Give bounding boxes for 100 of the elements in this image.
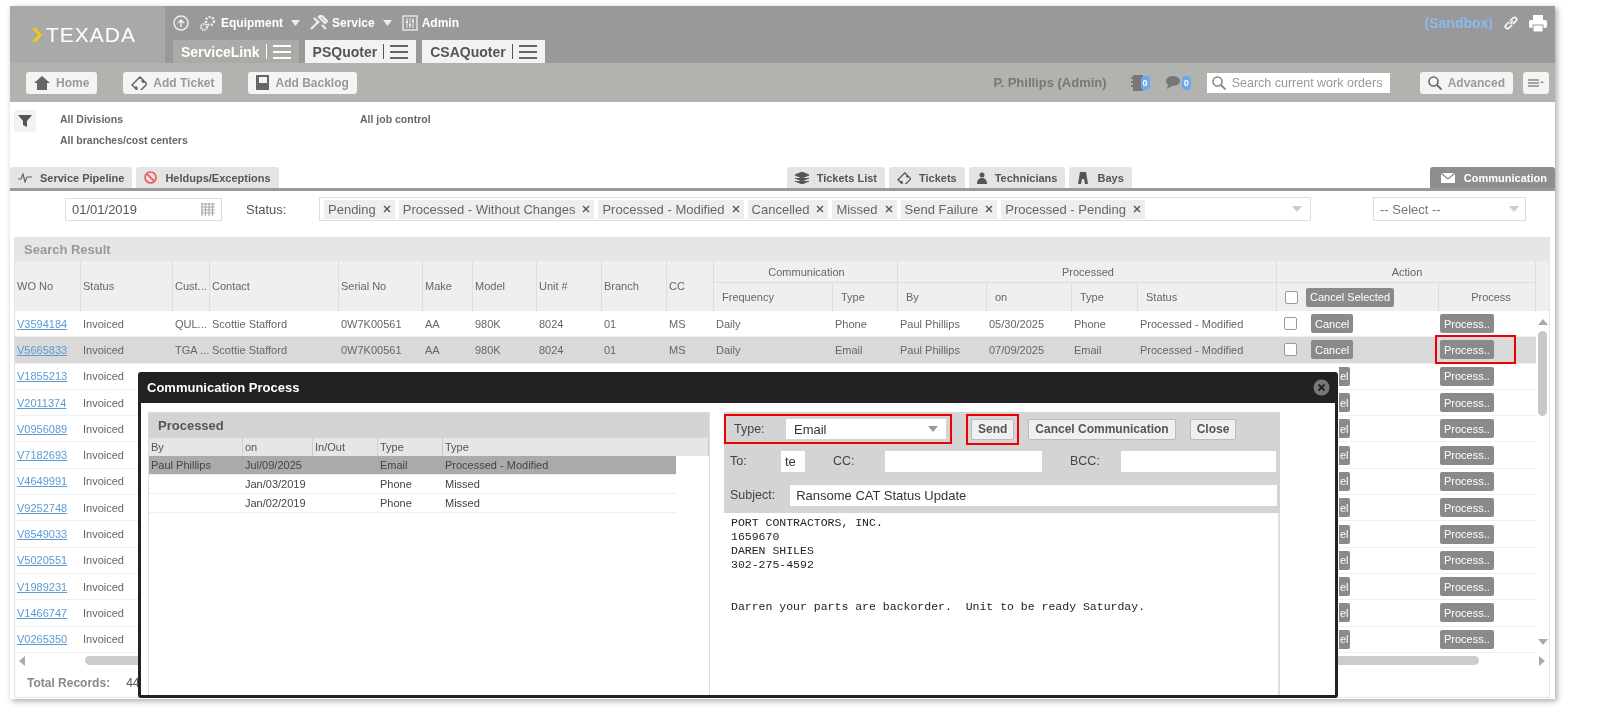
remove-icon[interactable] bbox=[985, 205, 994, 213]
tab[interactable]: Heldups/Exceptions bbox=[136, 167, 279, 188]
remove-icon[interactable] bbox=[884, 205, 893, 213]
process-button[interactable]: Process.. bbox=[1440, 471, 1494, 491]
search-field[interactable]: Search current work orders bbox=[1206, 72, 1390, 93]
scroll-left-icon[interactable] bbox=[19, 655, 25, 666]
select-field[interactable]: -- Select -- bbox=[1373, 197, 1526, 221]
menu-icon[interactable] bbox=[390, 44, 409, 59]
status-chip[interactable]: Send Failure bbox=[900, 199, 998, 219]
cancel-button[interactable]: el bbox=[1339, 629, 1350, 649]
remove-icon[interactable] bbox=[731, 205, 740, 213]
remove-icon[interactable] bbox=[1132, 205, 1141, 213]
upload-icon[interactable] bbox=[173, 15, 189, 31]
tab[interactable]: Technicians bbox=[968, 167, 1066, 188]
dialog-button[interactable]: Cancel Communication bbox=[1028, 418, 1176, 440]
process-button[interactable]: Process.. bbox=[1440, 629, 1494, 649]
advanced-search-button[interactable]: Advanced bbox=[1419, 71, 1513, 94]
message-body-field[interactable]: PORT CONTRACTORS, INC. 1659670 DAREN SHILES 302-275-4592 Darren your parts are backorder. Unit to be ready Saturday. bbox=[724, 513, 1280, 695]
work-order-link[interactable]: V5020551 bbox=[17, 554, 68, 567]
job-control-filter[interactable]: All job control bbox=[360, 110, 431, 155]
selected-row[interactable]: V5665833 Invoiced TGA ... Scottie Stafford 0W7K00561 AA 980K 8024 01 MS Daily Email Paul Phillips 07/09/2025 Email Processed - Modified Cancel Process.. bbox=[15, 337, 1536, 364]
process-button[interactable]: Process.. bbox=[1440, 366, 1494, 386]
process-button[interactable]: Process.. bbox=[1440, 550, 1494, 570]
scroll-right-icon[interactable] bbox=[1539, 655, 1545, 666]
branch-filter[interactable]: All branches/cost centers bbox=[60, 134, 360, 146]
process-button[interactable]: Process.. bbox=[1440, 393, 1494, 413]
cc-field[interactable] bbox=[885, 450, 1042, 472]
cancel-button[interactable]: el bbox=[1339, 419, 1350, 439]
process-button[interactable]: Process.. bbox=[1440, 603, 1494, 623]
tab[interactable]: Tickets bbox=[888, 167, 965, 188]
work-order-link[interactable]: V1466747 bbox=[17, 606, 68, 619]
status-chip[interactable]: Processed - Modified bbox=[598, 199, 744, 219]
process-button[interactable]: Process.. bbox=[1440, 419, 1494, 439]
cancel-button[interactable]: el bbox=[1339, 445, 1350, 465]
tab[interactable]: Service Pipeline bbox=[10, 167, 133, 188]
work-order-link[interactable]: V1989231 bbox=[17, 580, 68, 593]
cancel-button[interactable]: Cancel bbox=[1311, 314, 1354, 334]
remove-icon[interactable] bbox=[382, 205, 391, 213]
work-order-link[interactable]: V9252748 bbox=[17, 501, 68, 514]
type-dropdown[interactable]: Email bbox=[786, 419, 946, 439]
status-chip[interactable]: Processed - Pending bbox=[1001, 199, 1145, 219]
notebook-icon[interactable] bbox=[1130, 73, 1143, 92]
cancel-button[interactable]: el bbox=[1339, 603, 1350, 623]
process-button[interactable]: Process.. bbox=[1440, 445, 1494, 465]
dialog-button[interactable]: Send bbox=[971, 418, 1015, 440]
options-menu-button[interactable] bbox=[1523, 71, 1549, 94]
cancel-button[interactable]: el bbox=[1339, 498, 1350, 518]
row-checkbox[interactable] bbox=[1284, 317, 1297, 331]
bcc-field[interactable] bbox=[1121, 450, 1276, 472]
process-button[interactable]: Process.. bbox=[1440, 314, 1494, 334]
row-checkbox[interactable] bbox=[1284, 343, 1297, 357]
work-order-link[interactable]: V2011374 bbox=[17, 396, 67, 409]
calendar-icon[interactable] bbox=[201, 202, 215, 216]
status-chip[interactable]: Pending bbox=[324, 199, 395, 219]
link-icon[interactable] bbox=[1503, 15, 1519, 31]
toolbar-button[interactable]: Add Backlog bbox=[248, 71, 357, 94]
status-chip[interactable]: Cancelled bbox=[747, 199, 829, 219]
dialog-button[interactable]: Close bbox=[1189, 418, 1237, 440]
scroll-up-icon[interactable] bbox=[1537, 319, 1548, 325]
close-icon[interactable] bbox=[1313, 379, 1330, 396]
tab[interactable]: Communication bbox=[1429, 167, 1555, 188]
cancel-button[interactable]: el bbox=[1339, 550, 1350, 570]
remove-icon[interactable] bbox=[816, 205, 825, 213]
tab[interactable]: Bays bbox=[1069, 167, 1132, 188]
subject-field[interactable]: Ransome CAT Status Update bbox=[790, 484, 1278, 506]
work-order-link[interactable]: V1855213 bbox=[17, 370, 68, 383]
to-field[interactable]: te bbox=[781, 450, 805, 472]
remove-icon[interactable] bbox=[582, 205, 591, 213]
history-row[interactable]: Jan/02/2019 Phone Missed bbox=[149, 494, 676, 513]
date-field[interactable]: 01/01/2019 bbox=[65, 197, 222, 221]
work-order-link[interactable]: V5665833 bbox=[17, 343, 68, 356]
status-chip[interactable]: Processed - Without Changes bbox=[398, 199, 595, 219]
app-tab[interactable]: CSAQuoter bbox=[422, 40, 545, 63]
filter-icon[interactable] bbox=[14, 110, 36, 132]
scroll-down-icon[interactable] bbox=[1537, 638, 1548, 645]
process-button[interactable]: Process.. bbox=[1440, 340, 1494, 360]
cancel-selected-button[interactable]: Cancel Selected bbox=[1306, 287, 1395, 307]
select-all-checkbox[interactable] bbox=[1285, 290, 1298, 304]
process-button[interactable]: Process.. bbox=[1440, 524, 1494, 544]
work-order-link[interactable]: V4649991 bbox=[17, 475, 68, 488]
tab[interactable]: Tickets List bbox=[786, 167, 885, 188]
work-order-link[interactable]: V0956089 bbox=[17, 422, 68, 435]
work-order-link[interactable]: V8549033 bbox=[17, 528, 68, 540]
work-order-link[interactable]: V0265350 bbox=[17, 633, 68, 646]
scroll-thumb[interactable] bbox=[1538, 331, 1547, 416]
cancel-button[interactable]: el bbox=[1339, 393, 1350, 413]
work-order-link[interactable]: V3594184 bbox=[17, 317, 68, 330]
status-chip[interactable]: Missed bbox=[832, 199, 897, 219]
app-tab[interactable]: PSQuoter bbox=[304, 40, 417, 63]
cancel-button[interactable]: el bbox=[1339, 471, 1350, 491]
menu-item[interactable]: Service bbox=[310, 15, 392, 31]
app-tab[interactable]: ServiceLink bbox=[173, 40, 299, 63]
cancel-button[interactable]: Cancel bbox=[1311, 340, 1354, 360]
menu-item[interactable]: Admin bbox=[401, 15, 460, 31]
caret-icon[interactable] bbox=[1292, 206, 1302, 212]
history-row[interactable]: Jan/03/2019 Phone Missed bbox=[149, 475, 676, 494]
menu-item[interactable]: Equipment bbox=[199, 15, 300, 31]
process-button[interactable]: Process.. bbox=[1440, 498, 1494, 518]
print-icon[interactable] bbox=[1529, 14, 1547, 32]
status-multiselect[interactable]: Pending Processed - Without Changes Processed - Modified Cancelled Missed Send Failure Processed - Pending bbox=[319, 197, 1311, 221]
